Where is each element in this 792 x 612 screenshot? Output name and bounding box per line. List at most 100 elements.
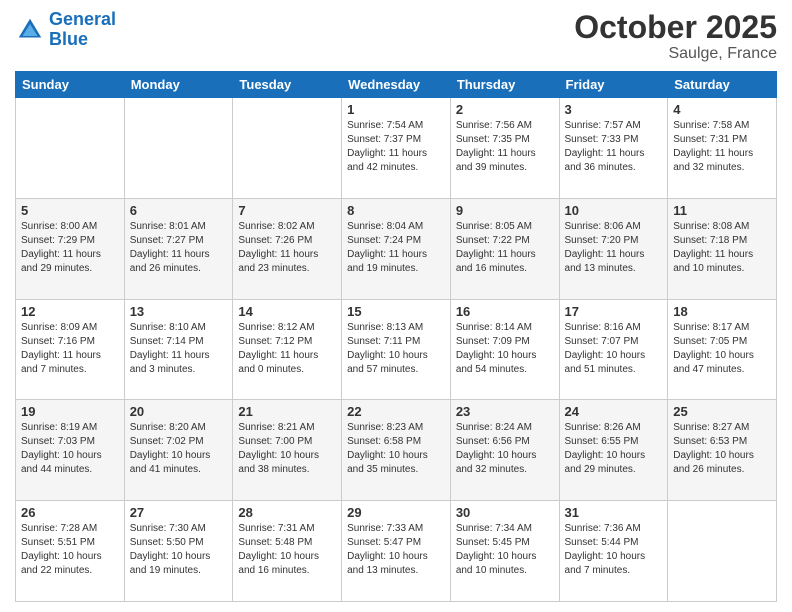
col-saturday: Saturday [668,72,777,98]
day-number: 25 [673,404,771,419]
calendar-cell [16,98,125,199]
day-info: Sunrise: 7:56 AM Sunset: 7:35 PM Dayligh… [456,119,554,175]
calendar-cell: 17Sunrise: 8:16 AM Sunset: 7:07 PM Dayli… [559,299,668,400]
calendar-cell: 4 Sunrise: 7:58 AM Sunset: 7:31 PM Daylig… [668,98,777,199]
day-number: 5 [21,203,119,218]
day-info: Sunrise: 7:36 AM Sunset: 5:44 PM Dayligh… [565,522,663,578]
day-number: 2 [456,102,554,117]
day-info: Sunrise: 8:08 AM Sunset: 7:18 PM Dayligh… [673,220,771,276]
calendar-cell: 31 Sunrise: 7:36 AM Sunset: 5:44 PM Dayli… [559,501,668,602]
day-number: 15 [347,304,445,319]
calendar-cell: 19 Sunrise: 8:19 AM Sunset: 7:03 PM Dayli… [16,400,125,501]
col-tuesday: Tuesday [233,72,342,98]
day-number: 17 [565,304,663,319]
calendar-week-row: 26Sunrise: 7:28 AM Sunset: 5:51 PM Dayli… [16,501,777,602]
day-number: 19 [21,404,119,419]
calendar-cell: 27 Sunrise: 7:30 AM Sunset: 5:50 PM Dayli… [124,501,233,602]
day-number: 8 [347,203,445,218]
logo-text: General Blue [49,10,116,50]
calendar-cell: 21 Sunrise: 8:21 AM Sunset: 7:00 PM Dayli… [233,400,342,501]
calendar-cell: 16 Sunrise: 8:14 AM Sunset: 7:09 PM Dayli… [450,299,559,400]
logo-icon [15,15,45,45]
calendar-cell [124,98,233,199]
calendar-header-row: Sunday Monday Tuesday Wednesday Thursday… [16,72,777,98]
col-wednesday: Wednesday [342,72,451,98]
logo: General Blue [15,10,116,50]
day-number: 3 [565,102,663,117]
day-info: Sunrise: 7:54 AM Sunset: 7:37 PM Dayligh… [347,119,445,175]
day-info: Sunrise: 8:23 AM Sunset: 6:58 PM Dayligh… [347,421,445,477]
calendar-cell: 12Sunrise: 8:09 AM Sunset: 7:16 PM Dayli… [16,299,125,400]
day-number: 11 [673,203,771,218]
calendar-cell: 15 Sunrise: 8:13 AM Sunset: 7:11 PM Dayli… [342,299,451,400]
col-monday: Monday [124,72,233,98]
day-info: Sunrise: 7:31 AM Sunset: 5:48 PM Dayligh… [238,522,336,578]
calendar-cell: 9 Sunrise: 8:05 AM Sunset: 7:22 PM Daylig… [450,198,559,299]
calendar-cell [668,501,777,602]
col-sunday: Sunday [16,72,125,98]
month-title: October 2025 [574,10,777,45]
day-number: 4 [673,102,771,117]
calendar-cell: 24 Sunrise: 8:26 AM Sunset: 6:55 PM Dayli… [559,400,668,501]
day-number: 16 [456,304,554,319]
day-number: 27 [130,505,228,520]
calendar-cell: 29Sunrise: 7:33 AM Sunset: 5:47 PM Dayli… [342,501,451,602]
day-info: Sunrise: 7:28 AM Sunset: 5:51 PM Dayligh… [21,522,119,578]
day-number: 31 [565,505,663,520]
calendar-cell: 11 Sunrise: 8:08 AM Sunset: 7:18 PM Dayli… [668,198,777,299]
day-info: Sunrise: 8:14 AM Sunset: 7:09 PM Dayligh… [456,321,554,377]
calendar-cell [233,98,342,199]
calendar-cell: 26Sunrise: 7:28 AM Sunset: 5:51 PM Dayli… [16,501,125,602]
day-info: Sunrise: 8:20 AM Sunset: 7:02 PM Dayligh… [130,421,228,477]
logo-general: General [49,9,116,29]
day-info: Sunrise: 8:09 AM Sunset: 7:16 PM Dayligh… [21,321,119,377]
day-info: Sunrise: 8:02 AM Sunset: 7:26 PM Dayligh… [238,220,336,276]
calendar-cell: 14Sunrise: 8:12 AM Sunset: 7:12 PM Dayli… [233,299,342,400]
calendar-cell: 13Sunrise: 8:10 AM Sunset: 7:14 PM Dayli… [124,299,233,400]
calendar-cell: 20 Sunrise: 8:20 AM Sunset: 7:02 PM Dayli… [124,400,233,501]
calendar-cell: 23 Sunrise: 8:24 AM Sunset: 6:56 PM Dayli… [450,400,559,501]
calendar-cell: 1 Sunrise: 7:54 AM Sunset: 7:37 PM Daylig… [342,98,451,199]
day-number: 6 [130,203,228,218]
col-thursday: Thursday [450,72,559,98]
page: General Blue October 2025 Saulge, France… [0,0,792,612]
day-info: Sunrise: 8:21 AM Sunset: 7:00 PM Dayligh… [238,421,336,477]
day-number: 13 [130,304,228,319]
day-number: 21 [238,404,336,419]
day-info: Sunrise: 8:19 AM Sunset: 7:03 PM Dayligh… [21,421,119,477]
day-info: Sunrise: 7:30 AM Sunset: 5:50 PM Dayligh… [130,522,228,578]
day-number: 30 [456,505,554,520]
calendar-cell: 10Sunrise: 8:06 AM Sunset: 7:20 PM Dayli… [559,198,668,299]
calendar-week-row: 19 Sunrise: 8:19 AM Sunset: 7:03 PM Dayli… [16,400,777,501]
day-info: Sunrise: 8:01 AM Sunset: 7:27 PM Dayligh… [130,220,228,276]
calendar-cell: 6 Sunrise: 8:01 AM Sunset: 7:27 PM Daylig… [124,198,233,299]
day-number: 29 [347,505,445,520]
day-number: 18 [673,304,771,319]
title-block: October 2025 Saulge, France [574,10,777,63]
calendar-week-row: 5Sunrise: 8:00 AM Sunset: 7:29 PM Daylig… [16,198,777,299]
calendar-week-row: 12Sunrise: 8:09 AM Sunset: 7:16 PM Dayli… [16,299,777,400]
calendar-cell: 7Sunrise: 8:02 AM Sunset: 7:26 PM Daylig… [233,198,342,299]
logo-blue: Blue [49,29,88,49]
calendar-cell: 2 Sunrise: 7:56 AM Sunset: 7:35 PM Daylig… [450,98,559,199]
day-info: Sunrise: 8:05 AM Sunset: 7:22 PM Dayligh… [456,220,554,276]
calendar-table: Sunday Monday Tuesday Wednesday Thursday… [15,71,777,602]
calendar-cell: 25 Sunrise: 8:27 AM Sunset: 6:53 PM Dayli… [668,400,777,501]
day-number: 14 [238,304,336,319]
day-info: Sunrise: 7:58 AM Sunset: 7:31 PM Dayligh… [673,119,771,175]
day-number: 9 [456,203,554,218]
day-number: 23 [456,404,554,419]
day-info: Sunrise: 8:04 AM Sunset: 7:24 PM Dayligh… [347,220,445,276]
day-number: 1 [347,102,445,117]
day-info: Sunrise: 8:27 AM Sunset: 6:53 PM Dayligh… [673,421,771,477]
day-info: Sunrise: 7:34 AM Sunset: 5:45 PM Dayligh… [456,522,554,578]
day-number: 24 [565,404,663,419]
day-number: 20 [130,404,228,419]
calendar-cell: 22 Sunrise: 8:23 AM Sunset: 6:58 PM Dayli… [342,400,451,501]
day-info: Sunrise: 8:17 AM Sunset: 7:05 PM Dayligh… [673,321,771,377]
day-info: Sunrise: 8:26 AM Sunset: 6:55 PM Dayligh… [565,421,663,477]
day-info: Sunrise: 8:24 AM Sunset: 6:56 PM Dayligh… [456,421,554,477]
day-number: 22 [347,404,445,419]
day-info: Sunrise: 8:13 AM Sunset: 7:11 PM Dayligh… [347,321,445,377]
calendar-cell: 30 Sunrise: 7:34 AM Sunset: 5:45 PM Dayli… [450,501,559,602]
